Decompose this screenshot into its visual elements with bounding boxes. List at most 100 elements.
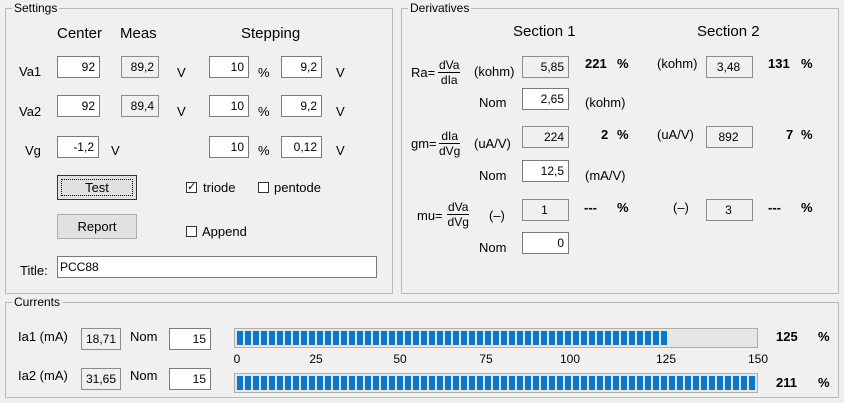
va2-unit: V [177,104,186,119]
vg-center-input[interactable]: -1,2 [57,136,99,158]
test-button-focus-rect [61,179,133,196]
mu-pct2-sign: % [801,200,813,215]
report-button[interactable]: Report [57,214,137,239]
ra-nom-unit: (kohm) [585,95,626,110]
mu-fraction-den: dVg [447,215,469,229]
mu-nom-input[interactable]: 0 [522,232,569,254]
ia2-pct-sign: % [818,375,830,390]
gm-label: gm= [411,136,437,151]
triode-label: triode [203,180,236,195]
ia2-nom-label: Nom [130,368,158,383]
ia1-pct: 125 [776,329,798,344]
mu-unit1: (–) [489,208,505,223]
mu-pct1: --- [584,200,597,215]
vg-step-unit: V [336,143,345,158]
vg-step-pct-input[interactable]: 10 [209,136,249,158]
va2-label: Va2 [19,104,42,119]
ia1-nom-input[interactable]: 15 [169,328,211,350]
derivatives-group: Derivatives [401,1,839,294]
gm-pct2: 7 [786,127,794,142]
title-input[interactable]: PCC88 [57,256,377,278]
triode-checkbox[interactable]: ✓ [186,182,197,193]
ra-pct1: 221 [585,56,607,71]
ra-nom-input[interactable]: 2,65 [522,88,569,110]
append-checkbox[interactable] [186,226,197,237]
pentode-checkbox[interactable] [258,182,269,193]
scale-tick: 0 [233,352,241,366]
ia2-progress-fill [237,376,755,390]
gm-fraction: dIa dVg [439,129,461,158]
mu-label: mu= [417,208,443,223]
gm-nom-input[interactable]: 12,5 [522,160,569,182]
vg-label: Vg [25,143,41,158]
ia2-progress-bar [234,373,758,393]
va2-pct-unit: % [258,104,270,119]
ra-fraction: dVa dIa [438,58,461,87]
col-header-center: Center [57,25,103,42]
mu-pct2: --- [768,200,781,215]
gm-unit1: (uA/V) [474,136,511,151]
col-header-stepping: Stepping [241,25,301,42]
ra-pct2: 131 [768,56,790,71]
gm-section2-value: 892 [706,126,753,148]
ra-unit2: (kohm) [657,56,698,71]
ra-section2-value: 3,48 [706,56,753,78]
scale-tick: 75 [479,352,493,366]
vg-pct-unit: % [258,143,270,158]
ia2-value: 31,65 [81,368,121,390]
mu-fraction: dVa dVg [447,200,470,229]
va2-meas-value: 89,4 [121,95,159,117]
ia1-label: Ia1 (mA) [18,329,68,344]
ia1-progress-bar [234,328,758,348]
ra-pct1-sign: % [617,56,629,71]
ra-section1-value: 5,85 [522,56,569,78]
ia1-value: 18,71 [81,328,121,350]
mu-section1-value: 1 [522,199,569,221]
va1-unit: V [177,65,186,80]
ia1-progress-fill [237,331,669,345]
gm-nom-label: Nom [479,168,507,183]
mu-unit2: (–) [673,200,689,215]
pentode-label: pentode [274,180,321,195]
va1-center-input[interactable]: 92 [57,56,100,78]
gm-pct2-sign: % [801,127,813,142]
ia1-pct-sign: % [818,329,830,344]
gm-fraction-den: dVg [439,144,461,158]
ia2-nom-input[interactable]: 15 [169,368,211,390]
mu-section2-value: 3 [706,199,753,221]
derivatives-group-title: Derivatives [408,1,472,15]
va2-center-input[interactable]: 92 [57,95,100,117]
va2-step-val-input[interactable]: 9,2 [281,95,322,117]
ia1-nom-label: Nom [130,329,158,344]
section1-header: Section 1 [513,23,576,40]
vg-unit: V [111,143,120,158]
test-button[interactable]: Test [57,175,137,200]
ra-pct2-sign: % [801,56,813,71]
title-label: Title: [20,263,48,278]
gm-pct1: 2 [601,127,609,142]
ra-label: Ra= [411,65,436,80]
ra-fraction-den: dIa [440,73,458,87]
ia2-label: Ia2 (mA) [18,368,68,383]
scale-tick: 125 [655,352,677,366]
ia2-pct: 211 [776,375,797,390]
mu-fraction-num: dVa [447,200,470,215]
scale-tick: 50 [393,352,407,366]
mu-pct1-sign: % [617,200,629,215]
vg-step-val-input[interactable]: 0,12 [281,136,322,158]
gm-section1-value: 224 [522,126,569,148]
scale-tick: 100 [559,352,581,366]
settings-group-title: Settings [12,1,60,15]
col-header-meas: Meas [120,25,157,42]
append-label: Append [202,224,247,239]
ra-fraction-num: dVa [438,58,461,73]
scale-tick: 150 [747,352,769,366]
va1-step-unit: V [336,65,345,80]
va1-step-pct-input[interactable]: 10 [209,56,249,78]
va2-step-pct-input[interactable]: 10 [209,95,249,117]
gm-fraction-num: dIa [439,129,461,144]
va1-step-val-input[interactable]: 9,2 [281,56,322,78]
mu-nom-label: Nom [479,240,507,255]
gm-nom-unit: (mA/V) [585,168,626,183]
ra-nom-label: Nom [479,95,507,110]
